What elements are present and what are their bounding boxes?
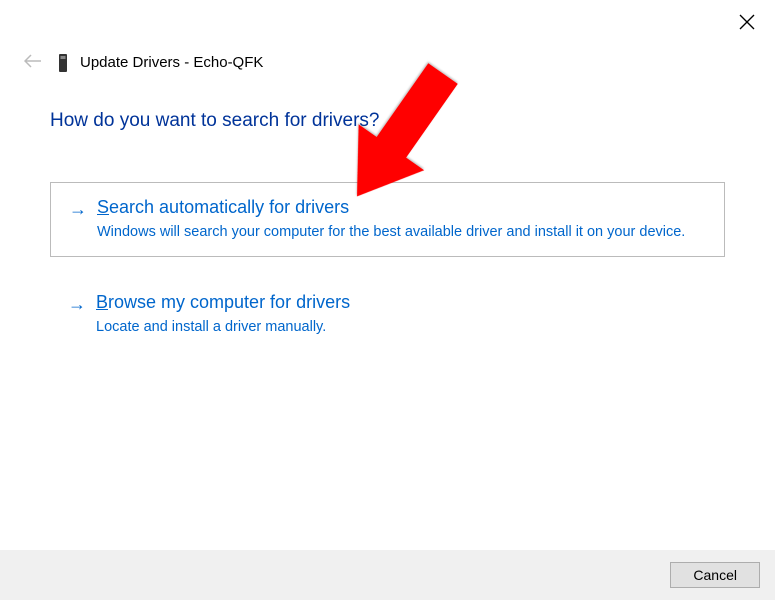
option-description: Windows will search your computer for th… <box>97 222 706 242</box>
arrow-right-icon: → <box>68 294 86 315</box>
window-header: Update Drivers - Echo-QFK <box>0 0 775 75</box>
option-title: Browse my computer for drivers <box>96 292 707 313</box>
cancel-button[interactable]: Cancel <box>670 562 760 588</box>
option-title: Search automatically for drivers <box>97 197 706 218</box>
option-search-automatically[interactable]: → Search automatically for drivers Windo… <box>50 182 725 257</box>
prompt-heading: How do you want to search for drivers? <box>50 110 725 132</box>
close-button[interactable] <box>739 14 755 30</box>
main-content: How do you want to search for drivers? →… <box>0 75 775 338</box>
dialog-footer: Cancel <box>0 550 775 600</box>
option-description: Locate and install a driver manually. <box>96 317 707 337</box>
arrow-right-icon: → <box>69 199 87 220</box>
window-title: Update Drivers - Echo-QFK <box>80 54 263 71</box>
option-browse-computer[interactable]: → Browse my computer for drivers Locate … <box>50 292 725 337</box>
back-button[interactable] <box>20 50 46 75</box>
arrow-left-icon <box>24 54 42 68</box>
close-icon <box>739 14 755 30</box>
device-icon <box>56 53 70 73</box>
